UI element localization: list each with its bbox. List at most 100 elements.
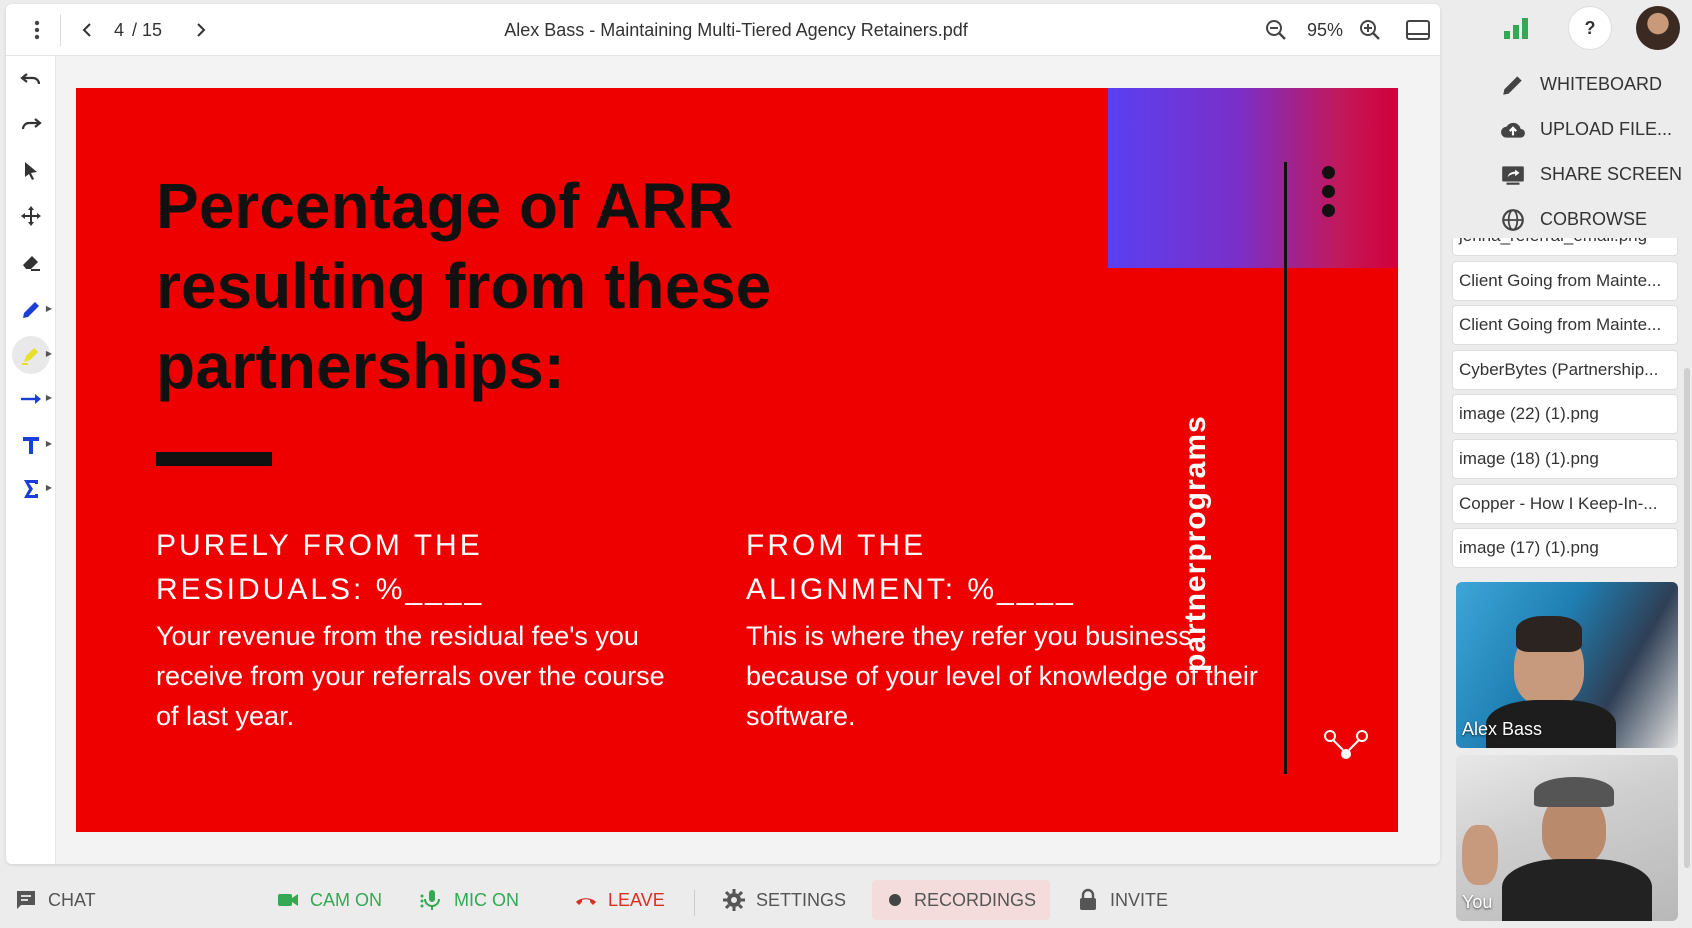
- participant-name: Alex Bass: [1462, 719, 1543, 739]
- slide-title-underline: [156, 452, 272, 466]
- upload-file-button[interactable]: UPLOAD FILE...: [1500, 107, 1690, 152]
- partnerprograms-logo-icon: [1324, 730, 1368, 759]
- participant-video-alex[interactable]: Alex Bass: [1456, 582, 1678, 748]
- connection-quality-icon[interactable]: [1494, 6, 1538, 50]
- caret-right-icon: ▶: [45, 439, 52, 448]
- screen-share-icon: [1502, 165, 1524, 185]
- participant-name: You: [1462, 892, 1493, 912]
- pencil-icon: [1503, 75, 1522, 95]
- share-screen-label: SHARE SCREEN: [1540, 164, 1683, 184]
- file-item[interactable]: image (22) (1).png: [1452, 394, 1678, 435]
- previous-page-button[interactable]: [72, 4, 102, 56]
- recordings-button[interactable]: RECORDINGS: [872, 880, 1051, 920]
- select-tool[interactable]: [12, 152, 50, 190]
- participant-cap: [1534, 777, 1614, 807]
- participant-video-self[interactable]: You: [1456, 755, 1678, 921]
- caret-right-icon: ▶: [45, 304, 52, 313]
- camera-toggle-button[interactable]: CAM ON: [276, 880, 382, 920]
- caret-right-icon: ▶: [45, 393, 52, 402]
- file-item[interactable]: Client Going from Mainte...: [1452, 305, 1678, 346]
- participant-hand: [1462, 825, 1498, 885]
- total-pages: / 15: [132, 19, 163, 40]
- left-column-heading: PURELY FROM THE RESIDUALS: %____: [156, 524, 716, 612]
- pointer-icon: [25, 162, 37, 180]
- presentation-slide[interactable]: Percentage of ARR resulting from these p…: [76, 88, 1398, 832]
- gear-icon: [723, 889, 745, 911]
- more-options-icon[interactable]: [18, 4, 56, 56]
- sigma-icon: [24, 480, 38, 498]
- left-heading-line1: PURELY FROM THE: [156, 529, 483, 562]
- equation-tool[interactable]: ▶: [12, 470, 52, 508]
- toolbar-divider: [60, 14, 61, 46]
- file-item[interactable]: jenna_referral_email.png: [1452, 238, 1678, 256]
- undo-button[interactable]: [12, 60, 50, 98]
- layout-toggle-button[interactable]: [1398, 4, 1438, 56]
- cloud-upload-icon: [1501, 122, 1525, 138]
- meeting-app: 4 / 15 Alex Bass - Maintaining Multi-Tie…: [0, 0, 1692, 928]
- chevron-right-icon: [197, 23, 206, 37]
- camera-label: CAM ON: [310, 889, 382, 910]
- record-dot-icon: [889, 894, 901, 906]
- share-screen-button[interactable]: SHARE SCREEN: [1500, 152, 1690, 197]
- file-item[interactable]: image (17) (1).png: [1452, 528, 1678, 569]
- hang-up-icon: [576, 898, 596, 905]
- leave-button[interactable]: LEAVE: [574, 880, 665, 920]
- chat-button[interactable]: CHAT: [14, 880, 96, 920]
- file-item[interactable]: CyberBytes (Partnership...: [1452, 349, 1678, 390]
- page-indicator: 4 / 15: [114, 4, 194, 56]
- left-heading-line2: RESIDUALS: %____: [156, 573, 485, 606]
- file-item[interactable]: image (18) (1).png: [1452, 438, 1678, 479]
- zoom-out-button[interactable]: [1256, 4, 1296, 56]
- whiteboard-button[interactable]: WHITEBOARD: [1500, 62, 1690, 107]
- zoom-in-button[interactable]: [1350, 4, 1390, 56]
- zoom-level: 95%: [1306, 19, 1344, 40]
- cobrowse-button[interactable]: COBROWSE: [1500, 197, 1690, 242]
- move-icon: [21, 206, 41, 226]
- right-heading-line1: FROM THE: [746, 529, 927, 562]
- recordings-label: RECORDINGS: [914, 889, 1037, 910]
- next-page-button[interactable]: [186, 4, 216, 56]
- slide-divider-line: [1284, 162, 1287, 774]
- mic-toggle-button[interactable]: MIC ON: [420, 880, 519, 920]
- current-page[interactable]: 4: [114, 20, 124, 41]
- settings-label: SETTINGS: [756, 889, 847, 910]
- pen-tool[interactable]: ▶: [12, 291, 52, 329]
- text-icon: [23, 437, 39, 454]
- right-heading-line2: ALIGNMENT: %____: [746, 573, 1076, 606]
- settings-button[interactable]: SETTINGS: [722, 880, 846, 920]
- highlighter-tool[interactable]: ▶: [12, 336, 52, 374]
- video-camera-icon: [278, 894, 298, 906]
- redo-icon: [21, 118, 42, 130]
- sidebar-scrollbar[interactable]: [1684, 368, 1690, 868]
- redo-button[interactable]: [12, 105, 50, 143]
- slide-gradient-block: [1108, 88, 1398, 268]
- sidebar-header: ?: [1450, 0, 1692, 56]
- pen-icon: [23, 302, 39, 318]
- help-button[interactable]: ?: [1568, 6, 1612, 50]
- chat-label: CHAT: [48, 889, 96, 910]
- globe-icon: [1502, 208, 1524, 231]
- file-item[interactable]: Copper - How I Keep-In-...: [1452, 483, 1678, 524]
- chevron-left-icon: [82, 23, 91, 37]
- eraser-tool[interactable]: [12, 243, 50, 281]
- annotation-toolbar: ▶ ▶ ▶ ▶ ▶: [6, 56, 56, 864]
- arrow-tool[interactable]: ▶: [12, 380, 52, 418]
- leave-label: LEAVE: [608, 889, 665, 910]
- shared-files-list: jenna_referral_email.png Client Going fr…: [1452, 238, 1678, 574]
- document-toolbar: 4 / 15 Alex Bass - Maintaining Multi-Tie…: [6, 4, 1440, 56]
- zoom-out-icon: [1266, 20, 1286, 40]
- left-column-body: Your revenue from the residual fee's you…: [156, 621, 665, 731]
- zoom-in-icon: [1360, 20, 1380, 40]
- slide-dots-decoration: [1322, 166, 1336, 223]
- microphone-icon: [420, 890, 440, 910]
- invite-button[interactable]: INVITE: [1076, 880, 1168, 920]
- move-tool[interactable]: [12, 197, 50, 235]
- whiteboard-label: WHITEBOARD: [1540, 74, 1663, 94]
- document-title: Alex Bass - Maintaining Multi-Tiered Age…: [504, 19, 968, 40]
- meeting-controls-bar: CHAT CAM ON MIC ON LEAVE SETTINGS RECORD…: [0, 872, 1450, 928]
- text-tool[interactable]: ▶: [12, 426, 52, 464]
- upload-file-label: UPLOAD FILE...: [1540, 119, 1673, 139]
- user-avatar[interactable]: [1636, 6, 1680, 50]
- chat-icon: [17, 891, 35, 909]
- file-item[interactable]: Client Going from Mainte...: [1452, 260, 1678, 301]
